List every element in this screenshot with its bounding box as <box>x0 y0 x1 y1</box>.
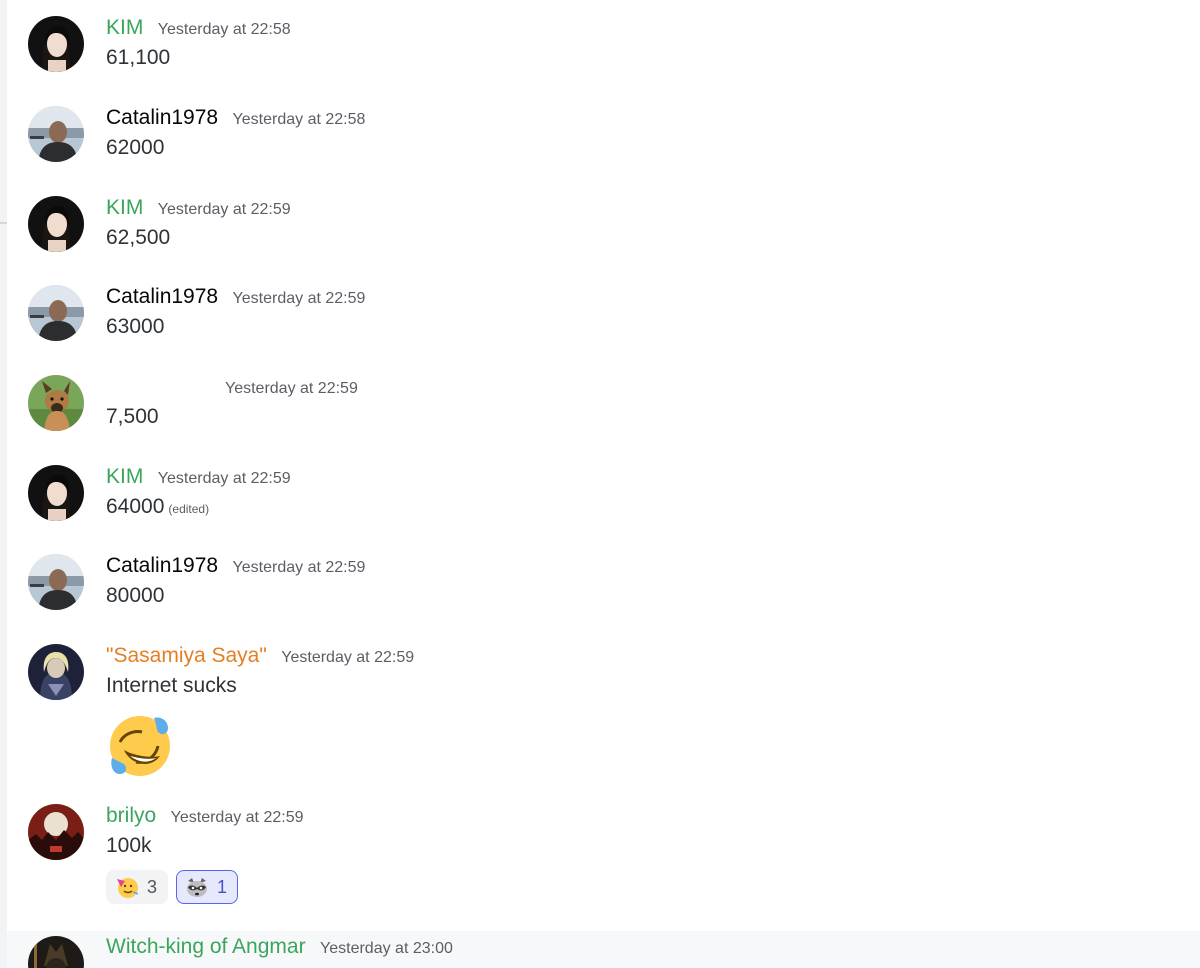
message-timestamp: Yesterday at 22:59 <box>232 559 366 576</box>
avatar-catalin1978[interactable] <box>28 106 84 162</box>
avatar-catalin1978[interactable] <box>28 285 84 341</box>
author-name[interactable]: KIM <box>106 196 143 219</box>
message-item: Catalin1978 Yesterday at 22:58 62000 <box>7 106 1200 176</box>
reaction-count: 3 <box>147 876 158 897</box>
message-timestamp: Yesterday at 22:59 <box>157 470 291 487</box>
avatar-brilyo[interactable] <box>28 804 84 860</box>
message-item: Yesterday at 22:59 7,500 <box>7 375 1200 445</box>
avatar-sasamiya-saya[interactable] <box>28 644 84 700</box>
author-name[interactable]: "Sasamiya Saya" <box>106 644 267 667</box>
message-timestamp: Yesterday at 22:59 <box>225 380 358 397</box>
left-panel-edge <box>0 0 7 968</box>
partying-face-emoji-icon <box>117 878 139 898</box>
author-name[interactable]: Catalin1978 <box>106 554 218 577</box>
message-item: brilyo Yesterday at 22:59 100k 3 1 <box>7 804 1200 914</box>
author-name[interactable]: Catalin1978 <box>106 106 218 129</box>
message-timestamp: Yesterday at 22:59 <box>281 649 415 666</box>
avatar-kim[interactable] <box>28 196 84 252</box>
message-item: KIM Yesterday at 22:58 61,100 <box>7 16 1200 86</box>
reaction-partying-face[interactable]: 3 <box>106 870 169 904</box>
message-timestamp: Yesterday at 22:59 <box>157 201 291 218</box>
message-timestamp: Yesterday at 22:59 <box>170 809 304 826</box>
message-timestamp: Yesterday at 22:59 <box>232 290 366 307</box>
edited-label: (edited) <box>168 502 210 516</box>
message-text: Internet sucks <box>106 674 237 697</box>
rofl-emoji-icon[interactable] <box>106 712 174 780</box>
reaction-raccoon[interactable]: 1 <box>176 870 239 904</box>
message-text: 100k <box>106 834 152 857</box>
author-name[interactable]: brilyo <box>106 804 156 827</box>
raccoon-emoji-icon <box>187 878 208 897</box>
avatar-dog[interactable] <box>28 375 84 431</box>
message-item: KIM Yesterday at 22:59 62,500 <box>7 196 1200 266</box>
panel-divider <box>0 222 7 224</box>
message-timestamp: Yesterday at 23:00 <box>320 940 453 957</box>
message-text: 7,500 <box>106 405 159 428</box>
message-item: Witch-king of Angmar Yesterday at 23:00 <box>7 931 1200 968</box>
message-text: 62000 <box>106 136 165 159</box>
message-text: 64000 <box>106 495 165 518</box>
message-text: 62,500 <box>106 226 171 249</box>
author-name[interactable]: Witch-king of Angmar <box>106 935 306 958</box>
message-text: 63000 <box>106 315 165 338</box>
message-body: 64000 (edited) <box>106 495 209 519</box>
message-text: 61,100 <box>106 46 171 69</box>
author-name[interactable]: Catalin1978 <box>106 285 218 308</box>
author-name[interactable]: KIM <box>106 16 143 39</box>
reaction-count: 1 <box>217 876 228 897</box>
reactions-bar: 3 1 <box>106 870 239 904</box>
message-timestamp: Yesterday at 22:58 <box>157 21 291 38</box>
message-text: 80000 <box>106 584 165 607</box>
message-timestamp: Yesterday at 22:58 <box>232 111 366 128</box>
message-item: "Sasamiya Saya" Yesterday at 22:59 Inter… <box>7 644 1200 784</box>
avatar-kim[interactable] <box>28 465 84 521</box>
message-item: Catalin1978 Yesterday at 22:59 80000 <box>7 554 1200 624</box>
avatar-catalin1978[interactable] <box>28 554 84 610</box>
message-item: Catalin1978 Yesterday at 22:59 63000 <box>7 285 1200 355</box>
avatar-witch-king[interactable] <box>28 936 84 968</box>
message-item: KIM Yesterday at 22:59 64000 (edited) <box>7 465 1200 535</box>
author-name[interactable]: KIM <box>106 465 143 488</box>
avatar-kim[interactable] <box>28 16 84 72</box>
